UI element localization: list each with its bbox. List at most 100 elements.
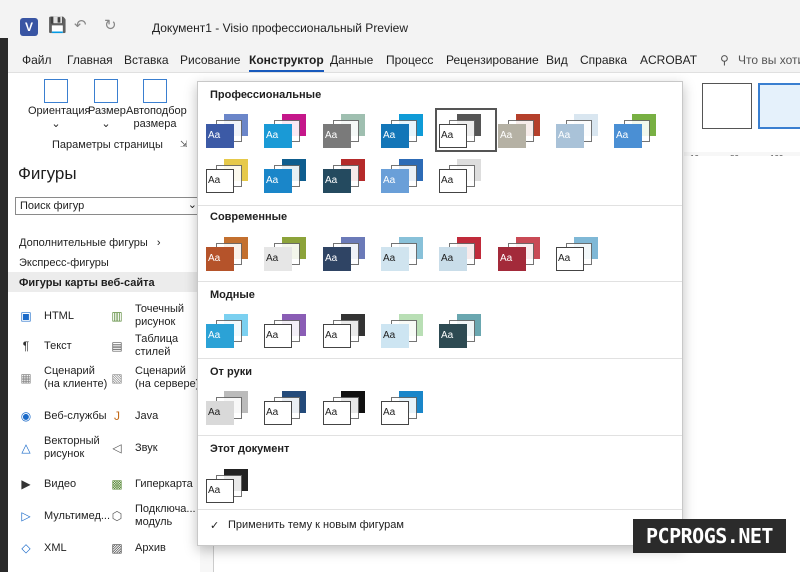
tab-file[interactable]: Файл xyxy=(22,50,52,72)
chevron-down-icon: ⌄ xyxy=(51,118,61,130)
shape-item-label[interactable]: Видео xyxy=(44,478,76,491)
theme-professional-4[interactable]: Aa xyxy=(379,110,437,150)
shape-item-label[interactable]: Мультимед... xyxy=(44,510,110,523)
theme-modern-7[interactable]: Aa xyxy=(554,233,612,273)
shape-icon[interactable]: ◉ xyxy=(18,408,34,424)
undo-icon[interactable]: ↶ xyxy=(74,16,87,34)
theme-trendy-1[interactable]: Aa xyxy=(204,310,262,350)
orientation-label: Ориентация xyxy=(28,105,91,117)
dialog-launcher-icon[interactable]: ⇲ xyxy=(180,139,188,150)
shape-item-label[interactable]: Таблица стилей xyxy=(135,333,178,359)
tab-review[interactable]: Рецензирование xyxy=(446,50,539,72)
more-shapes-link[interactable]: Дополнительные фигуры › xyxy=(19,237,160,249)
shape-icon[interactable]: △ xyxy=(18,440,34,456)
shape-icon[interactable]: ▨ xyxy=(109,540,125,556)
theme-modern-3[interactable]: Aa xyxy=(321,233,379,273)
apply-theme-to-new-shapes[interactable]: Применить тему к новым фигурам xyxy=(228,519,404,531)
search-shapes-input[interactable]: Поиск фигур ⌄ xyxy=(15,197,200,215)
shape-item-label[interactable]: Подключа... модуль xyxy=(135,503,196,529)
shape-icon[interactable]: ▶ xyxy=(18,476,34,492)
theme-aa-label: Aa xyxy=(325,130,338,141)
stencil-website-map[interactable]: Фигуры карты веб-сайта xyxy=(19,277,155,289)
shape-item-label[interactable]: Звук xyxy=(135,442,158,455)
shape-item-label[interactable]: Сценарий (на клиенте) xyxy=(44,365,107,391)
shape-icon[interactable]: ▣ xyxy=(18,308,34,324)
chevron-right-icon: › xyxy=(156,237,161,249)
theme-aa-label: Aa xyxy=(208,130,221,141)
shape-icon[interactable]: ▦ xyxy=(18,370,34,386)
orientation-button[interactable]: Ориентация ⌄ xyxy=(28,79,91,131)
shape-icon[interactable]: ▧ xyxy=(109,370,125,386)
theme-aa-label: Aa xyxy=(500,130,513,141)
shape-icon[interactable]: ▥ xyxy=(109,308,125,324)
quick-shapes-link[interactable]: Экспресс-фигуры xyxy=(19,257,109,269)
tab-draw[interactable]: Рисование xyxy=(180,50,240,72)
theme-trendy-2[interactable]: Aa xyxy=(262,310,320,350)
shape-icon[interactable]: J xyxy=(109,408,125,424)
theme-trendy-3[interactable]: Aa xyxy=(321,310,379,350)
tab-acrobat[interactable]: ACROBAT xyxy=(640,50,697,72)
tab-data[interactable]: Данные xyxy=(330,50,373,72)
theme-this-document-1[interactable]: Aa xyxy=(204,465,262,505)
separator xyxy=(198,509,682,510)
theme-professional-10[interactable]: Aa xyxy=(262,155,320,195)
shape-item-label[interactable]: Веб-службы xyxy=(44,410,107,423)
theme-professional-13[interactable]: Aa xyxy=(437,155,495,195)
tab-view[interactable]: Вид xyxy=(546,50,568,72)
theme-modern-2[interactable]: Aa xyxy=(262,233,320,273)
tell-me-input[interactable]: Что вы хотите xyxy=(738,50,800,72)
shape-item-label[interactable]: XML xyxy=(44,542,67,555)
shape-item-label[interactable]: HTML xyxy=(44,310,74,323)
theme-professional-7[interactable]: Aa xyxy=(554,110,612,150)
autofit-button[interactable]: Автоподбор размера xyxy=(126,79,187,131)
shape-item-label[interactable]: Сценарий (на сервере) xyxy=(135,365,199,391)
shape-item-label[interactable]: Векторный рисунок xyxy=(44,435,100,461)
chevron-down-icon[interactable]: ⌄ xyxy=(188,198,197,211)
theme-modern-4[interactable]: Aa xyxy=(379,233,437,273)
theme-professional-11[interactable]: Aa xyxy=(321,155,379,195)
section-trendy: Модные xyxy=(210,289,255,301)
shape-icon[interactable]: ▩ xyxy=(109,476,125,492)
shape-item-label[interactable]: Java xyxy=(135,410,158,423)
tab-insert[interactable]: Вставка xyxy=(124,50,169,72)
tab-home[interactable]: Главная xyxy=(67,50,113,72)
redo-icon[interactable]: ↻ xyxy=(104,16,117,34)
theme-professional-6[interactable]: Aa xyxy=(496,110,554,150)
size-button[interactable]: Размер ⌄ xyxy=(88,79,126,131)
theme-modern-1[interactable]: Aa xyxy=(204,233,262,273)
save-icon[interactable]: 💾 xyxy=(48,16,67,34)
theme-hand-drawn-4[interactable]: Aa xyxy=(379,387,437,427)
ribbon-theme-thumb-selected[interactable] xyxy=(758,83,800,129)
shape-icon[interactable]: ¶ xyxy=(18,338,34,354)
theme-professional-3[interactable]: Aa xyxy=(321,110,379,150)
shape-icon[interactable]: ◁ xyxy=(109,440,125,456)
theme-trendy-5[interactable]: Aa xyxy=(437,310,495,350)
tab-design[interactable]: Конструктор xyxy=(249,50,324,72)
theme-trendy-4[interactable]: Aa xyxy=(379,310,437,350)
shape-icon[interactable]: ⬡ xyxy=(109,508,125,524)
separator xyxy=(198,205,682,206)
shape-item-label[interactable]: Точечный рисунок xyxy=(135,303,184,329)
shape-icon[interactable]: ▤ xyxy=(109,338,125,354)
theme-professional-9[interactable]: Aa xyxy=(204,155,262,195)
shape-item-label[interactable]: Архив xyxy=(135,542,166,555)
theme-professional-5[interactable]: Aa xyxy=(435,108,497,152)
theme-hand-drawn-3[interactable]: Aa xyxy=(321,387,379,427)
theme-hand-drawn-1[interactable]: Aa xyxy=(204,387,262,427)
theme-professional-2[interactable]: Aa xyxy=(262,110,320,150)
theme-hand-drawn-2[interactable]: Aa xyxy=(262,387,320,427)
tab-help[interactable]: Справка xyxy=(580,50,627,72)
tab-process[interactable]: Процесс xyxy=(386,50,433,72)
theme-modern-6[interactable]: Aa xyxy=(496,233,554,273)
shape-item-label[interactable]: Гиперкарта xyxy=(135,478,193,491)
search-icon[interactable]: ⚲ xyxy=(720,50,729,72)
shape-item-label[interactable]: Текст xyxy=(44,340,72,353)
theme-professional-12[interactable]: Aa xyxy=(379,155,437,195)
shape-icon[interactable]: ◇ xyxy=(18,540,34,556)
window-edge xyxy=(0,38,8,572)
shape-icon[interactable]: ▷ xyxy=(18,508,34,524)
ribbon-theme-thumb[interactable] xyxy=(702,83,752,129)
theme-professional-1[interactable]: Aa xyxy=(204,110,262,150)
theme-modern-5[interactable]: Aa xyxy=(437,233,495,273)
theme-professional-8[interactable]: Aa xyxy=(612,110,670,150)
